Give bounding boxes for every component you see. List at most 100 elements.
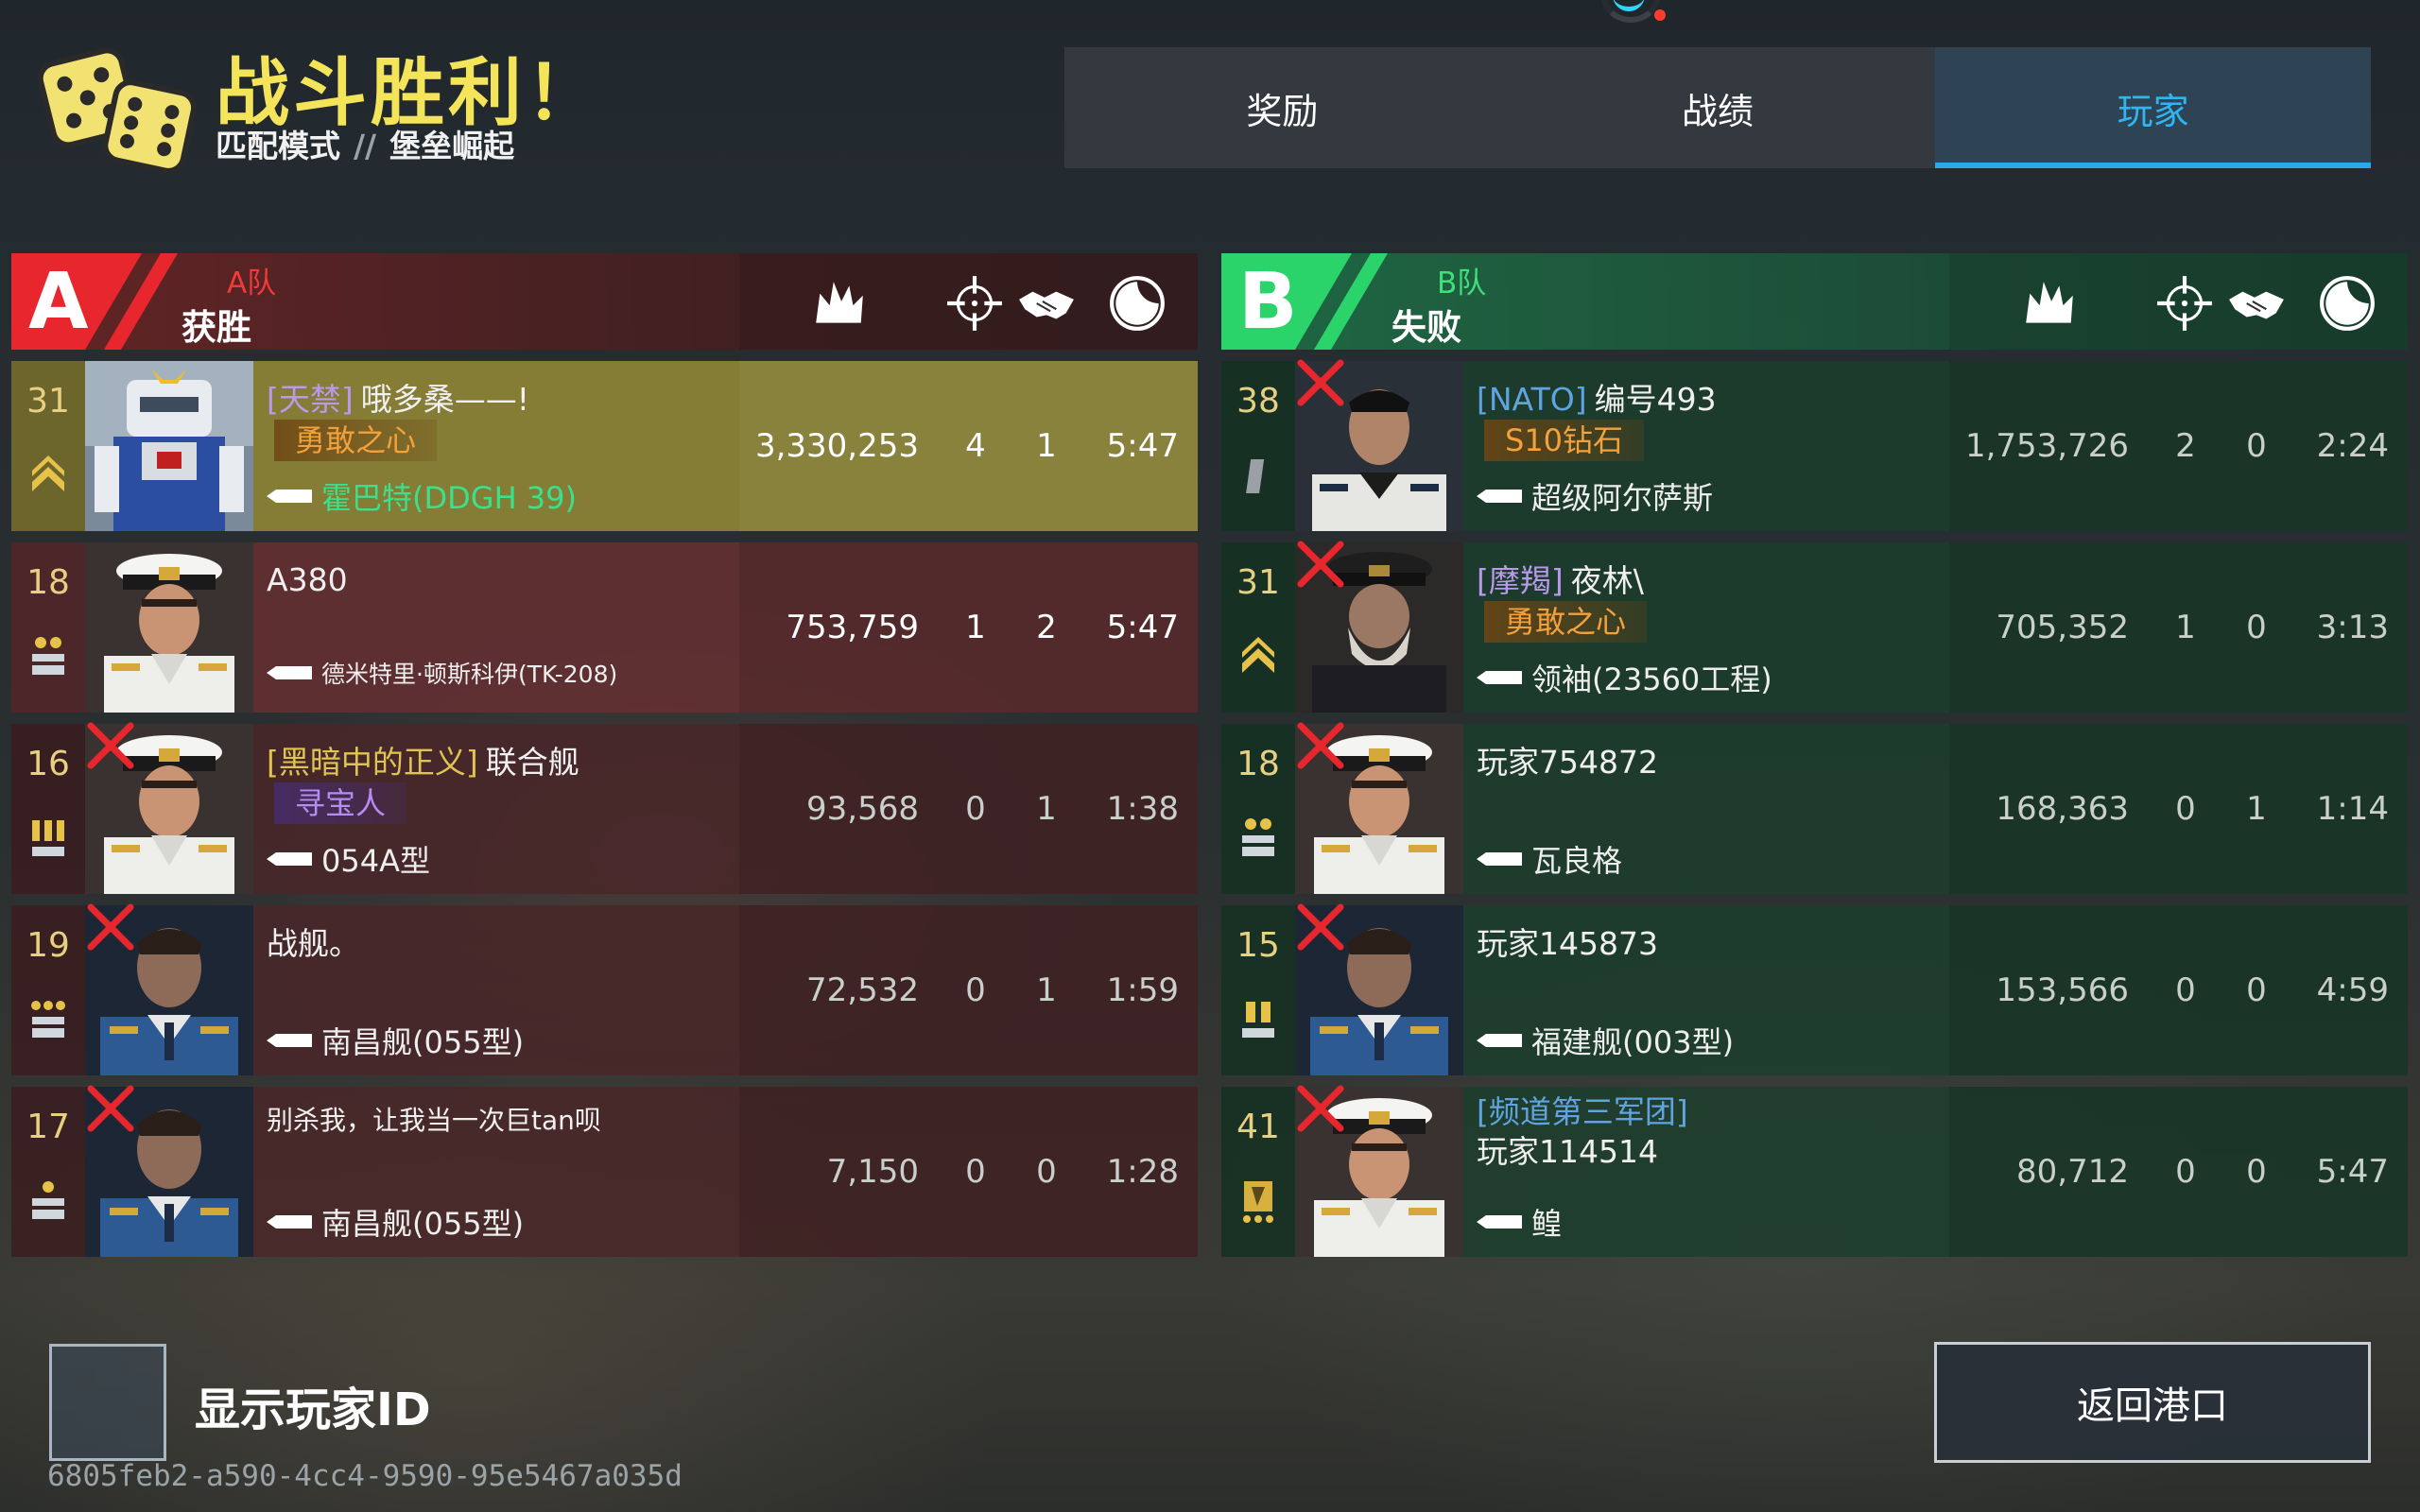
ship-class-icon (267, 490, 312, 503)
show-player-id-label[interactable]: 显示玩家ID (195, 1372, 431, 1438)
survival-time: 1:14 (2316, 790, 2389, 828)
damage-score: 72,532 (806, 971, 919, 1009)
player-level: 38 (1236, 382, 1280, 421)
ship-name: 南昌舰(055型) (321, 1024, 525, 1060)
destroyed-x-icon (1297, 722, 1344, 769)
level-column: 15 (1221, 905, 1295, 1075)
player-name: 玩家754872 (1477, 744, 1658, 781)
player-level: 16 (26, 745, 70, 783)
tab-rewards[interactable]: 奖励 (1064, 47, 1500, 168)
player-row[interactable]: 18 A380 德米特里·顿斯科伊(TK-208) 753,759 1 2 5:47 (11, 542, 1198, 713)
bar-rank-icon (1238, 454, 1278, 499)
player-row[interactable]: 41 [频道第三军团] 玩家114514 鳇 80,712 0 0 5:47 (1221, 1085, 2408, 1257)
ship-class-icon (267, 666, 312, 679)
ship-name-line: 领袖(23560工程) (1477, 656, 1772, 699)
level-column: 16 (11, 724, 85, 894)
player-row[interactable]: 31 [天禁] 哦多桑——! 勇敢之心 霍巴特(DDGH 39) 3,330,253 4 1 5… (11, 361, 1198, 531)
assist-count: 1 (1036, 427, 1057, 465)
player-row[interactable]: 31 [摩羯] 夜林\ 勇敢之心 领袖(23560工程) 705,352 1 0 3:13 (1221, 541, 2408, 713)
level-column: 19 (11, 905, 85, 1075)
show-player-id-checkbox[interactable] (49, 1344, 166, 1461)
level-column: 18 (1221, 724, 1295, 894)
ship-name-line: 霍巴特(DDGH 39) (267, 474, 577, 518)
ship-class-icon (1477, 490, 1522, 503)
survival-time: 5:47 (1106, 609, 1179, 646)
team-b-letter: B (1238, 257, 1298, 347)
mode-label: 匹配模式 (216, 128, 340, 164)
survival-time: 3:13 (2316, 609, 2389, 646)
player-badge: 勇敢之心 (274, 420, 438, 461)
ship-name: 鳇 (1531, 1206, 1563, 1242)
kills-crosshair-icon (947, 276, 1002, 331)
player-row[interactable]: 17 别杀我，让我当一次巨tan呗 南昌舰(055型) 7,150 0 0 1:28 (11, 1085, 1198, 1257)
damage-icon (2026, 282, 2073, 323)
team-a-letter: A (28, 257, 89, 347)
survival-time: 5:47 (1106, 427, 1179, 465)
survival-time: 1:38 (1106, 790, 1179, 828)
clan-tag: [天禁] (267, 381, 354, 418)
clan-tag: [摩羯] (1477, 562, 1564, 599)
return-to-port-button[interactable]: 返回港口 (1934, 1342, 2371, 1463)
kill-count: 1 (965, 609, 986, 646)
player-badge: 寻宝人 (274, 782, 407, 824)
ship-name-line: 南昌舰(055型) (267, 1019, 524, 1062)
team-a-header: A A队 获胜 (11, 253, 1198, 350)
assists-handshake-icon (2229, 291, 2284, 319)
player-row[interactable]: 38 [NATO] 编号493 S10钻石 超级阿尔萨斯 1,753,726 2 0 2:24 (1221, 359, 2408, 531)
assist-count: 0 (1036, 1153, 1057, 1191)
ship-class-icon (1477, 671, 1522, 684)
player-row[interactable]: 15 玩家145873 福建舰(003型) 153,566 0 0 4:59 (1221, 903, 2408, 1075)
destroyed-x-icon (87, 1085, 134, 1132)
ship-name-line: 鳇 (1477, 1200, 1562, 1244)
survival-time: 1:59 (1106, 971, 1179, 1009)
dice-icon (37, 47, 197, 174)
destroyed-x-icon (87, 722, 134, 769)
battle-mode-subtitle: 匹配模式 // 堡垒崛起 (216, 121, 514, 166)
loading-spinner-icon (1601, 0, 1666, 23)
assist-count: 2 (1036, 609, 1057, 646)
damage-score: 168,363 (1996, 790, 2129, 828)
ship-name: 福建舰(003型) (1531, 1024, 1735, 1060)
player-row[interactable]: 19 战舰。 南昌舰(055型) 72,532 0 1 1:59 (11, 903, 1198, 1075)
player-row[interactable]: 18 玩家754872 瓦良格 168,363 0 1 1:14 (1221, 722, 2408, 894)
kill-count: 4 (965, 427, 986, 465)
assist-count: 1 (1036, 790, 1057, 828)
ship-name: 瓦良格 (1531, 843, 1623, 879)
player-level: 41 (1236, 1108, 1280, 1146)
tab-stats[interactable]: 战绩 (1500, 47, 1936, 168)
player-level: 19 (26, 926, 70, 965)
assist-count: 1 (2246, 790, 2267, 828)
ship-name: 南昌舰(055型) (321, 1206, 525, 1242)
kill-count: 0 (965, 790, 986, 828)
team-a-name: A队 (227, 266, 277, 301)
player-name: A380 (267, 561, 348, 598)
survival-time: 5:47 (2316, 1153, 2389, 1191)
player-name-line: 战舰。 (267, 919, 360, 964)
team-a-player-list: 31 [天禁] 哦多桑——! 勇敢之心 霍巴特(DDGH 39) 3,330,253 4 1 5… (11, 361, 1198, 1257)
gold-rank-icon (1238, 1179, 1278, 1225)
player-level: 15 (1236, 926, 1280, 965)
player-badge: S10钻石 (1484, 420, 1645, 461)
ship-name: 霍巴特(DDGH 39) (321, 480, 578, 516)
clan-tag: [NATO] (1477, 381, 1587, 418)
tab-players[interactable]: 玩家 (1935, 47, 2372, 168)
player-name-line: 玩家145873 (1477, 919, 1658, 964)
survival-time: 4:59 (2316, 971, 2389, 1009)
player-name: 编号493 (1594, 381, 1717, 418)
player-name-line: [摩羯] 夜林\ (1477, 556, 1644, 601)
two-star-rank-icon (28, 635, 68, 680)
ship-name: 德米特里·顿斯科伊(TK-208) (321, 661, 618, 688)
kill-count: 0 (2175, 971, 2196, 1009)
player-name: 玩家145873 (1477, 925, 1658, 962)
player-name-line: [天禁] 哦多桑——! (267, 374, 529, 420)
ship-name: 超级阿尔萨斯 (1531, 480, 1714, 516)
player-row[interactable]: 16 [黑暗中的正义] 联合舰 寻宝人 054A型 93,568 0 1 1:38 (11, 722, 1198, 894)
assist-count: 1 (1036, 971, 1057, 1009)
chevron-rank-icon (28, 454, 68, 499)
ship-name-line: 瓦良格 (1477, 837, 1622, 881)
player-level: 31 (1236, 563, 1280, 602)
ship-class-icon (267, 1034, 312, 1047)
damage-score: 753,759 (786, 609, 919, 646)
team-b-panel: B B队 失败 38 [NATO] 编号493 S10钻石 超级阿尔萨斯 1,753,72… (1221, 253, 2408, 1268)
destroyed-x-icon (1297, 1085, 1344, 1132)
